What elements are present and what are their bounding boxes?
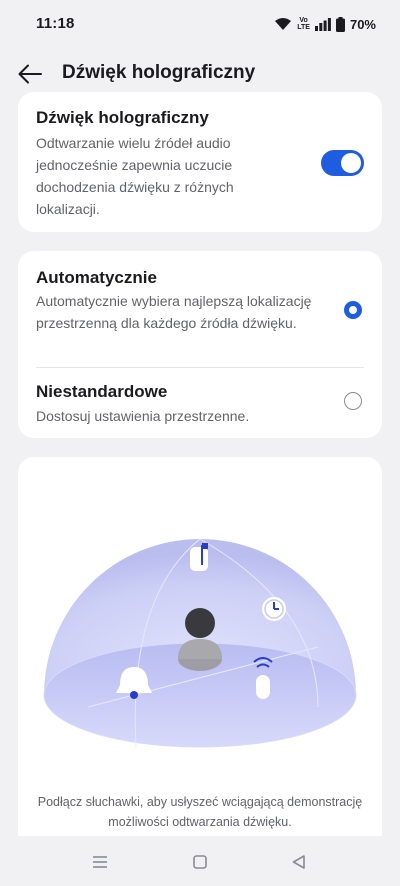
mode-option-automatic[interactable]: Automatycznie Automatycznie wybiera najl… <box>18 251 382 367</box>
wifi-icon <box>275 18 292 30</box>
spatial-mode-card: Automatycznie Automatycznie wybiera najl… <box>18 251 382 438</box>
nav-home-button[interactable] <box>190 852 210 872</box>
holographic-sound-description: Odtwarzanie wielu źródeł audio jednocześ… <box>36 135 234 217</box>
home-square-icon <box>193 855 207 869</box>
back-button[interactable] <box>14 58 46 90</box>
illustration-card: Podłącz słuchawki, aby usłyszeć wciągają… <box>18 457 382 867</box>
mode-option-description: Dostosuj ustawienia przestrzenne. <box>36 408 250 424</box>
page-title: Dźwięk holograficzny <box>62 62 256 83</box>
back-arrow-icon <box>18 64 42 84</box>
illustration-caption: Podłącz słuchawki, aby usłyszeć wciągają… <box>37 795 363 829</box>
holographic-sound-card: Dźwięk holograficzny Odtwarzanie wielu ź… <box>18 92 382 232</box>
mode-option-description: Automatycznie wybiera najlepszą lokaliza… <box>36 293 312 331</box>
mode-option-title: Automatycznie <box>36 268 157 287</box>
navigation-bar <box>0 836 400 886</box>
status-bar: 11:18 Vo LTE 70% <box>0 0 400 48</box>
battery-icon <box>335 16 345 32</box>
volte-icon: Vo LTE <box>297 17 310 31</box>
holographic-sound-title: Dźwięk holograficzny <box>36 108 209 127</box>
menu-icon <box>93 856 107 868</box>
mode-option-title: Niestandardowe <box>36 382 168 401</box>
mode-option-custom[interactable]: Niestandardowe Dostosuj ustawienia przes… <box>18 368 382 438</box>
holographic-sound-toggle[interactable] <box>321 150 364 176</box>
volte-bottom: LTE <box>297 24 310 31</box>
nav-back-button[interactable] <box>288 852 308 872</box>
battery-percent: 70% <box>349 16 376 32</box>
toggle-knob <box>341 153 361 173</box>
volte-top: Vo <box>299 17 308 24</box>
holographic-dome-illustration <box>43 538 357 748</box>
signal-icon <box>314 17 331 31</box>
status-time: 11:18 <box>36 15 75 32</box>
back-triangle-icon <box>292 855 305 869</box>
nav-menu-button[interactable] <box>90 852 110 872</box>
status-icons: Vo LTE 70% <box>274 14 376 34</box>
radio-custom[interactable] <box>344 392 362 410</box>
radio-automatic[interactable] <box>344 301 362 319</box>
